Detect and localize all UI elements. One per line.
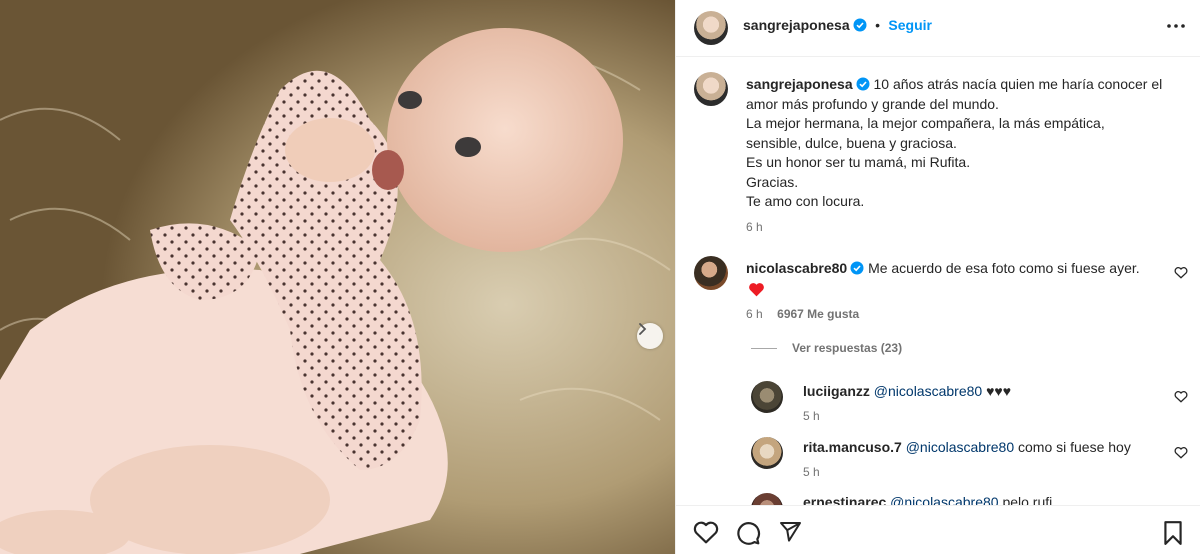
reply-avatar[interactable] (751, 493, 783, 505)
reply-time[interactable]: 5 h (803, 409, 820, 423)
red-heart-emoji-icon (749, 282, 764, 296)
follow-button[interactable]: Seguir (888, 17, 932, 33)
caption-line: La mejor hermana, la mejor compañera, la… (746, 115, 1105, 131)
verified-icon (853, 18, 867, 32)
caption-line: Es un honor ser tu mamá, mi Rufita. (746, 154, 971, 170)
comment-emoji (746, 279, 1166, 300)
commenter-avatar[interactable] (694, 256, 728, 290)
author-avatar[interactable] (694, 11, 728, 45)
caption-time[interactable]: 6 h (746, 218, 1186, 238)
replies-divider-line (751, 348, 777, 349)
reply-avatar[interactable] (751, 437, 783, 469)
more-options-icon[interactable] (1165, 15, 1187, 37)
reply-avatar[interactable] (751, 381, 783, 413)
post-side-panel: sangrejaponesa • Seguir sangrejaponesa 1… (675, 0, 1200, 554)
comment-username[interactable]: nicolascabre80 (746, 260, 847, 276)
caption-line: Gracias. (746, 173, 799, 190)
caption-username[interactable]: sangrejaponesa (746, 76, 853, 92)
caption-line: amor más profundo y grande del mundo. (746, 95, 999, 112)
reply-username[interactable]: luciiganzz (803, 383, 870, 399)
caption-text: 10 años atrás nacía quien me haría conoc… (873, 76, 1163, 92)
comment-likes-label: 6967 Me gusta (777, 307, 860, 321)
post-header: sangrejaponesa • Seguir (676, 0, 1200, 57)
reply-mention[interactable]: @nicolascabre80 (906, 439, 1014, 455)
comment-time[interactable]: 6 h (746, 307, 763, 321)
chevron-right-icon (639, 323, 647, 335)
partial-reply-clip: ernestinarec @nicolascabre80 pelo rufi (676, 490, 1200, 505)
post-caption: sangrejaponesa 10 años atrás nacía quien… (746, 75, 1186, 237)
heart-icon[interactable] (693, 520, 719, 544)
caption-author-avatar[interactable] (694, 72, 728, 106)
verified-icon (856, 77, 870, 91)
reply-mention[interactable]: @nicolascabre80 (890, 494, 998, 505)
post-action-bar (676, 505, 1200, 554)
view-replies-button[interactable]: Ver respuestas (23) (792, 341, 902, 355)
verified-icon (850, 261, 864, 275)
reply: luciiganzz @nicolascabre80 ♥♥♥ (803, 383, 1011, 399)
next-photo-button[interactable] (637, 323, 663, 349)
share-icon[interactable] (777, 520, 803, 544)
reply-text: como si fuese hoy (1014, 439, 1131, 455)
like-comment-heart-icon[interactable] (1174, 266, 1188, 279)
reply: rita.mancuso.7 @nicolascabre80 como si f… (803, 439, 1131, 455)
reply-username[interactable]: ernestinarec (803, 494, 886, 505)
comment-icon[interactable] (735, 520, 761, 546)
like-reply-heart-icon[interactable] (1174, 446, 1188, 459)
header-author-row: sangrejaponesa • Seguir (743, 17, 932, 35)
comment-meta: 6 h 6967 Me gusta (746, 305, 859, 323)
comment-text: Me acuerdo de esa foto como si fuese aye… (868, 260, 1140, 276)
reply: ernestinarec @nicolascabre80 pelo rufi (803, 494, 1052, 505)
reply-username[interactable]: rita.mancuso.7 (803, 439, 902, 455)
comment: nicolascabre80 Me acuerdo de esa foto co… (746, 259, 1166, 300)
caption-line: sensible, dulce, buena y graciosa. (746, 134, 957, 151)
caption-line: sangrejaponesa 10 años atrás nacía quien… (746, 75, 1186, 95)
post-photo[interactable] (0, 0, 675, 554)
like-reply-heart-icon[interactable] (1174, 390, 1188, 403)
baby-photo-illustration (0, 0, 675, 554)
reply-time[interactable]: 5 h (803, 465, 820, 479)
caption-line: Te amo con locura. (746, 193, 865, 209)
comment-likes[interactable]: 6967 Me gusta (777, 307, 859, 321)
bookmark-icon[interactable] (1162, 520, 1184, 546)
separator-dot: • (875, 17, 880, 33)
reply-text: pelo rufi (998, 494, 1053, 505)
author-username[interactable]: sangrejaponesa (743, 17, 850, 33)
reply-mention[interactable]: @nicolascabre80 (874, 383, 982, 399)
reply-text: ♥♥♥ (982, 383, 1012, 399)
